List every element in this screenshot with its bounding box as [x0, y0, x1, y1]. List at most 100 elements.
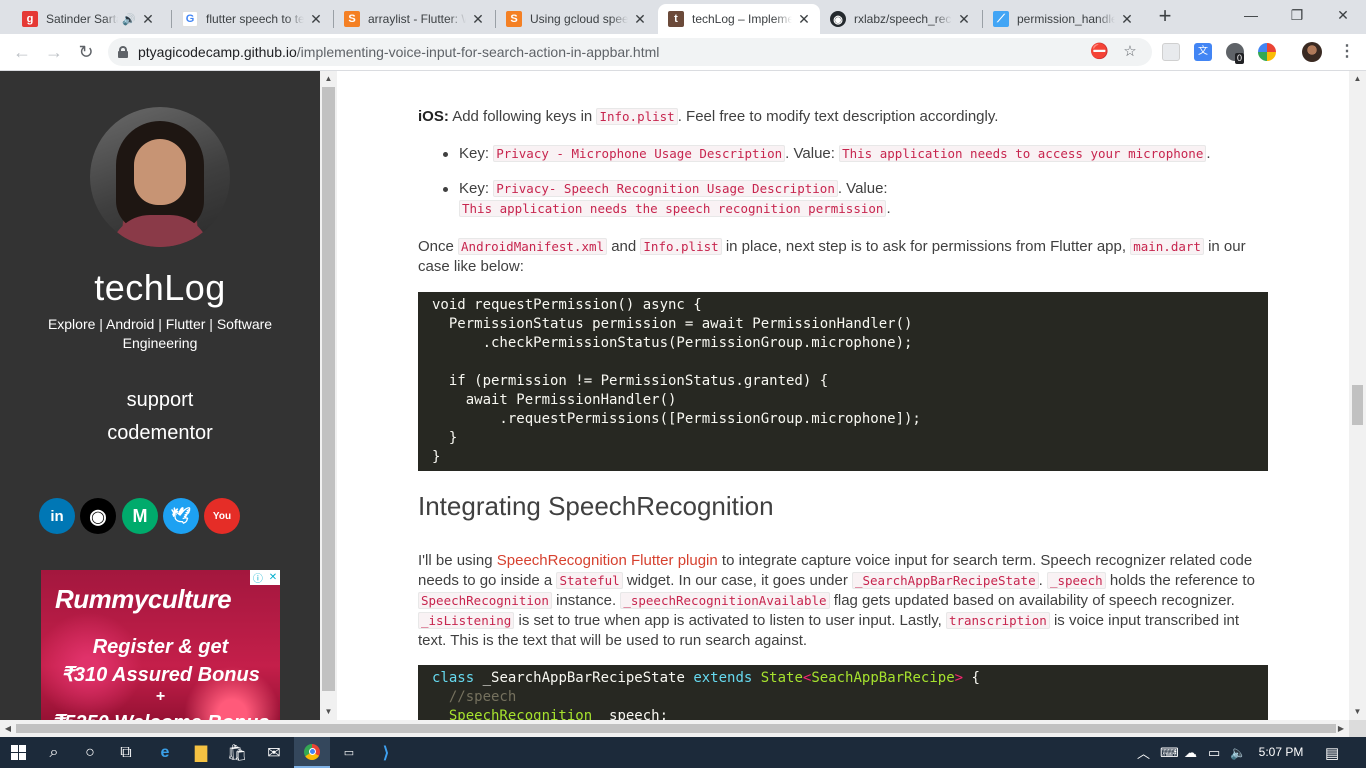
list-item: Key: Privacy - Microphone Usage Descript… [418, 144, 1268, 164]
twitter-icon[interactable]: 🕊 [163, 498, 199, 534]
g-music-icon: g [22, 11, 38, 27]
inline-code: Stateful [556, 572, 623, 589]
youtube-icon[interactable]: You [204, 498, 240, 534]
scroll-up-arrow-icon[interactable]: ▲ [1349, 71, 1366, 87]
store-icon[interactable]: 🛍 [219, 737, 255, 768]
inline-code: _speechRecognitionAvailable [620, 592, 830, 609]
close-ad-icon[interactable]: ✕ [269, 572, 277, 583]
support-link[interactable]: support [0, 389, 320, 412]
close-tab-icon[interactable]: ✕ [956, 11, 972, 27]
tab-strip: g Satinder Sartaaj 🔊 ✕ G flutter speech … [0, 0, 1366, 34]
reload-button[interactable]: ↻ [74, 40, 98, 64]
scroll-left-arrow-icon[interactable]: ◀ [0, 720, 16, 737]
close-tab-icon[interactable]: ✕ [1119, 11, 1135, 27]
camera-blocked-icon[interactable]: ⛔ [1090, 43, 1109, 61]
close-tab-icon[interactable]: ✕ [140, 11, 156, 27]
close-tab-icon[interactable]: ✕ [470, 11, 486, 27]
horizontal-scrollbar[interactable]: ◀ ▶ [0, 720, 1349, 737]
forward-button[interactable]: → [42, 40, 66, 64]
codementor-link[interactable]: codementor [0, 422, 320, 445]
inline-code: main.dart [1130, 238, 1204, 255]
terminal-icon[interactable]: ▭ [331, 737, 367, 768]
new-tab-button[interactable]: + [1153, 5, 1177, 29]
network-icon[interactable]: ⌨ [1160, 737, 1179, 768]
site-tagline: Explore | Android | Flutter | Software E… [47, 316, 273, 351]
file-explorer-icon[interactable]: ▇ [183, 737, 219, 768]
inline-code: AndroidManifest.xml [458, 238, 608, 255]
windows-start-icon[interactable] [0, 737, 36, 768]
speech-paragraph: I'll be using SpeechRecognition Flutter … [418, 552, 1255, 649]
tab-permission-handler[interactable]: ⟋ permission_handler ✕ [983, 4, 1143, 34]
close-tab-icon[interactable]: ✕ [796, 11, 812, 27]
tab-gcloud[interactable]: S Using gcloud speech ✕ [496, 4, 656, 34]
author-avatar [90, 107, 230, 247]
inline-code: Privacy - Microphone Usage Description [493, 145, 786, 162]
tab-techlog-active[interactable]: t techLog – Implementing ✕ [658, 4, 820, 34]
tab-google-search[interactable]: G flutter speech to text ✕ [172, 4, 332, 34]
mail-icon[interactable]: ✉ [256, 737, 292, 768]
scrollbar-thumb[interactable] [322, 87, 335, 691]
windows-taskbar: ⌕ ○ ⧉ e ▇ 🛍 ✉ ▭ ⟩ ︿ ⌨ ☁ ▭ 🔈 5:07 PM ▤ [0, 737, 1366, 768]
scroll-up-arrow-icon[interactable]: ▲ [320, 71, 337, 87]
bookmark-star-icon[interactable]: ☆ [1121, 43, 1139, 61]
github-icon[interactable]: ◉ [80, 498, 116, 534]
lock-icon[interactable] [118, 46, 128, 58]
menu-kebab-icon[interactable]: ⋮ [1338, 43, 1356, 61]
extension-icon[interactable] [1162, 43, 1180, 61]
minimize-button[interactable]: — [1228, 0, 1274, 30]
restore-button[interactable]: ❐ [1274, 0, 1320, 30]
ios-paragraph: iOS: Add following keys in Info.plist. F… [418, 108, 999, 125]
tab-arraylist[interactable]: S arraylist - Flutter: Wh ✕ [334, 4, 494, 34]
inline-code: This application needs the speech recogn… [459, 200, 887, 217]
tab-title: techLog – Implementing [692, 12, 792, 26]
notification-icon[interactable]: ▤ [1325, 737, 1339, 768]
ad-text: ₹5250 Welcome Bonus [41, 710, 280, 720]
close-window-button[interactable]: ✕ [1320, 0, 1366, 30]
ad-choices-badge[interactable]: ⓘ ✕ [250, 570, 280, 585]
linkedin-icon[interactable]: in [39, 498, 75, 534]
extension-badge-count: 0 [1235, 53, 1245, 64]
scrollbar-thumb[interactable] [1352, 385, 1363, 425]
taskbar-clock[interactable]: 5:07 PM [1253, 737, 1309, 768]
address-bar[interactable]: ptyagicodecamp.github.io/implementing-vo… [108, 38, 1152, 66]
medium-icon[interactable]: M [122, 498, 158, 534]
inline-code: _isListening [418, 612, 515, 629]
edge-icon[interactable]: e [147, 737, 183, 768]
task-view-icon[interactable]: ⧉ [108, 737, 144, 768]
inline-code: SpeechRecognition [418, 592, 552, 609]
inline-code: Privacy- Speech Recognition Usage Descri… [493, 180, 838, 197]
chrome-icon[interactable] [294, 737, 330, 768]
advertisement-banner[interactable]: ⓘ ✕ Rummyculture Register & get ₹310 Assu… [41, 570, 280, 720]
search-icon[interactable]: ⌕ [36, 737, 72, 768]
speaker-icon[interactable]: 🔊 [122, 13, 136, 26]
tab-github-speech[interactable]: ◉ rxlabz/speech_recognition ✕ [820, 4, 980, 34]
speech-plugin-link[interactable]: SpeechRecognition Flutter plugin [497, 552, 718, 569]
article-content: iOS: Add following keys in Info.plist. F… [337, 71, 1349, 720]
extension-badge-icon[interactable]: 0 [1226, 43, 1245, 64]
scroll-right-arrow-icon[interactable]: ▶ [1333, 720, 1349, 737]
info-icon[interactable]: ⓘ [253, 570, 263, 585]
tab-title: Satinder Sartaaj [46, 12, 118, 26]
cortana-icon[interactable]: ○ [72, 737, 108, 768]
close-tab-icon[interactable]: ✕ [308, 11, 324, 27]
vscode-icon[interactable]: ⟩ [368, 737, 404, 768]
scrollbar-thumb[interactable] [16, 724, 1336, 733]
sidebar-scrollbar[interactable]: ▲ ▼ [320, 71, 337, 720]
github-icon: ◉ [830, 11, 846, 27]
url-text[interactable]: ptyagicodecamp.github.io/implementing-vo… [138, 44, 659, 60]
display-icon[interactable]: ▭ [1208, 737, 1220, 768]
scroll-down-arrow-icon[interactable]: ▼ [1349, 704, 1366, 720]
show-hidden-icons[interactable]: ︿ [1137, 737, 1150, 768]
back-button[interactable]: ← [10, 40, 34, 64]
page-scrollbar[interactable]: ▲ ▼ [1349, 71, 1366, 720]
color-extension-icon[interactable] [1258, 43, 1276, 61]
site-brand[interactable]: techLog [0, 267, 320, 309]
tab-satinder[interactable]: g Satinder Sartaaj 🔊 ✕ [12, 4, 164, 34]
translate-extension-icon[interactable]: 文 [1194, 43, 1212, 61]
inline-code: _speech [1046, 572, 1106, 589]
volume-icon[interactable]: 🔈 [1230, 737, 1246, 768]
onedrive-icon[interactable]: ☁ [1184, 737, 1197, 768]
profile-avatar[interactable] [1302, 42, 1322, 62]
scroll-down-arrow-icon[interactable]: ▼ [320, 704, 337, 720]
close-tab-icon[interactable]: ✕ [632, 11, 648, 27]
